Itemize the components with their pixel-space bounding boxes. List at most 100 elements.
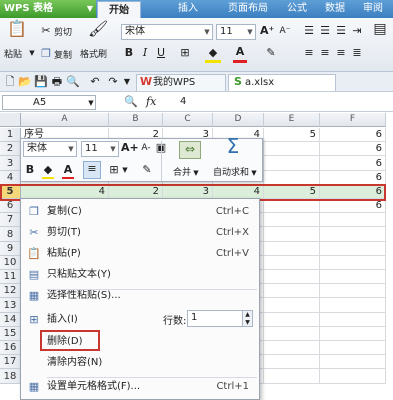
- table-cell[interactable]: 6: [320, 171, 386, 185]
- column-header[interactable]: E: [264, 113, 320, 127]
- table-cell[interactable]: [264, 227, 320, 242]
- chevron-down-icon[interactable]: ▼: [28, 46, 36, 60]
- table-cell[interactable]: [320, 270, 386, 284]
- fill-color-icon[interactable]: ◆: [41, 163, 55, 177]
- context-menu-item[interactable]: 清除内容(N): [21, 352, 259, 373]
- grow-font-icon[interactable]: A⁺: [260, 24, 274, 38]
- new-file-icon[interactable]: 🗋: [3, 75, 17, 89]
- table-cell[interactable]: [320, 327, 386, 341]
- zoom-icon[interactable]: 🔍: [124, 95, 138, 109]
- row-header[interactable]: 17: [0, 355, 21, 369]
- align-middle-icon[interactable]: ☰: [318, 24, 332, 38]
- row-count-input[interactable]: 1: [187, 310, 243, 327]
- autosum-icon[interactable]: Σ: [221, 136, 245, 161]
- align-right-icon[interactable]: ≡: [334, 46, 348, 60]
- mini-font-color-button[interactable]: A: [61, 163, 75, 177]
- copy-button-label[interactable]: 复制: [54, 48, 72, 61]
- function-button[interactable]: fx: [146, 95, 164, 108]
- row-header[interactable]: 16: [0, 341, 21, 355]
- scissors-icon[interactable]: ✂: [40, 24, 52, 38]
- font-name-select[interactable]: 宋体 ▼: [121, 24, 213, 40]
- save-icon[interactable]: 💾: [34, 75, 48, 89]
- table-cell[interactable]: [320, 213, 386, 227]
- stepper-down-icon[interactable]: ▼: [243, 319, 252, 327]
- row-header[interactable]: 4: [0, 171, 21, 185]
- format-painter-icon[interactable]: 🖌: [88, 21, 108, 37]
- table-cell[interactable]: [264, 142, 320, 156]
- context-menu-item[interactable]: ❐ 复制(C) Ctrl+C: [21, 201, 259, 222]
- wrap-text-icon[interactable]: ▤: [370, 22, 390, 36]
- row-header[interactable]: 13: [0, 298, 21, 313]
- select-all-corner[interactable]: [0, 113, 21, 127]
- stepper-up-icon[interactable]: ▲: [243, 311, 252, 319]
- table-cell[interactable]: [264, 242, 320, 256]
- paste-button-label[interactable]: 粘贴: [4, 47, 22, 60]
- align-bottom-icon[interactable]: ☰: [334, 24, 348, 38]
- row-header[interactable]: 12: [0, 284, 21, 298]
- row-header[interactable]: 6: [0, 199, 21, 213]
- tab-data[interactable]: 数据: [320, 0, 350, 18]
- context-menu-item[interactable]: ▤ 只粘贴文本(Y): [21, 264, 259, 285]
- table-cell[interactable]: [264, 369, 320, 384]
- undo-icon[interactable]: ↶: [88, 75, 102, 89]
- table-cell[interactable]: [264, 256, 320, 270]
- table-cell[interactable]: 6: [320, 128, 386, 142]
- table-cell[interactable]: [264, 199, 320, 213]
- table-cell[interactable]: [264, 313, 320, 327]
- table-cell[interactable]: [320, 227, 386, 242]
- column-header[interactable]: D: [213, 113, 264, 127]
- table-cell[interactable]: [264, 270, 320, 284]
- tab-page-layout[interactable]: 页面布局: [220, 0, 276, 18]
- column-header[interactable]: A: [21, 113, 109, 127]
- doc-tab-a-xlsx[interactable]: a.xlsx: [228, 74, 336, 91]
- formula-value[interactable]: 4: [180, 96, 186, 107]
- justify-icon[interactable]: ≣: [350, 46, 364, 60]
- column-header[interactable]: C: [163, 113, 213, 127]
- row-header[interactable]: 8: [0, 227, 21, 242]
- underline-button[interactable]: U: [155, 46, 167, 60]
- mini-font-size-select[interactable]: 11 ▼: [81, 141, 119, 157]
- table-cell[interactable]: [320, 242, 386, 256]
- row-header[interactable]: 18: [0, 369, 21, 384]
- app-menu-button[interactable]: WPS 表格 ▼: [0, 0, 96, 18]
- tab-home[interactable]: 开始: [97, 1, 141, 18]
- row-header[interactable]: 3: [0, 156, 21, 171]
- table-cell[interactable]: [320, 256, 386, 270]
- table-cell[interactable]: [320, 284, 386, 298]
- row-header[interactable]: 11: [0, 270, 21, 284]
- name-box[interactable]: A5: [2, 95, 96, 110]
- cut-button-label[interactable]: 剪切: [54, 25, 72, 38]
- tab-insert[interactable]: 插入: [168, 0, 208, 18]
- column-header[interactable]: B: [109, 113, 163, 127]
- mini-grow-font-button[interactable]: A+: [121, 141, 139, 155]
- context-menu-item[interactable]: ✂ 剪切(T) Ctrl+X: [21, 222, 259, 243]
- row-header[interactable]: 9: [0, 242, 21, 256]
- table-cell[interactable]: [320, 355, 386, 369]
- merge-cells-icon[interactable]: ⇔: [179, 141, 201, 159]
- clear-format-icon[interactable]: ✎: [139, 163, 155, 177]
- font-color-button[interactable]: A: [232, 45, 248, 59]
- redo-icon[interactable]: ↷: [106, 75, 120, 89]
- mini-font-name-select[interactable]: 宋体 ▼: [23, 141, 77, 157]
- paste-icon[interactable]: 📋: [6, 21, 28, 42]
- row-header[interactable]: 15: [0, 327, 21, 341]
- indent-icon[interactable]: ⇥: [350, 24, 364, 38]
- table-cell[interactable]: 6: [320, 142, 386, 156]
- table-cell[interactable]: [264, 327, 320, 341]
- tab-formulas[interactable]: 公式: [282, 0, 312, 18]
- row-header[interactable]: 2: [0, 142, 21, 156]
- table-cell[interactable]: [264, 156, 320, 171]
- mini-autosum-label[interactable]: 自动求和 ▼: [213, 165, 257, 178]
- print-icon[interactable]: 🖶: [50, 75, 64, 89]
- align-center-icon[interactable]: ≡: [318, 46, 332, 60]
- bold-button[interactable]: B: [123, 46, 135, 60]
- table-cell[interactable]: [320, 341, 386, 355]
- table-cell[interactable]: 6: [320, 199, 386, 213]
- row-header[interactable]: 14: [0, 313, 21, 327]
- table-cell[interactable]: [320, 369, 386, 384]
- align-top-icon[interactable]: ☰: [302, 24, 316, 38]
- mini-merge-label[interactable]: 合并 ▼: [173, 165, 199, 178]
- clear-format-icon[interactable]: ✎: [262, 46, 280, 60]
- format-painter-label[interactable]: 格式刷: [80, 47, 107, 60]
- borders-icon[interactable]: ⊞: [107, 163, 121, 177]
